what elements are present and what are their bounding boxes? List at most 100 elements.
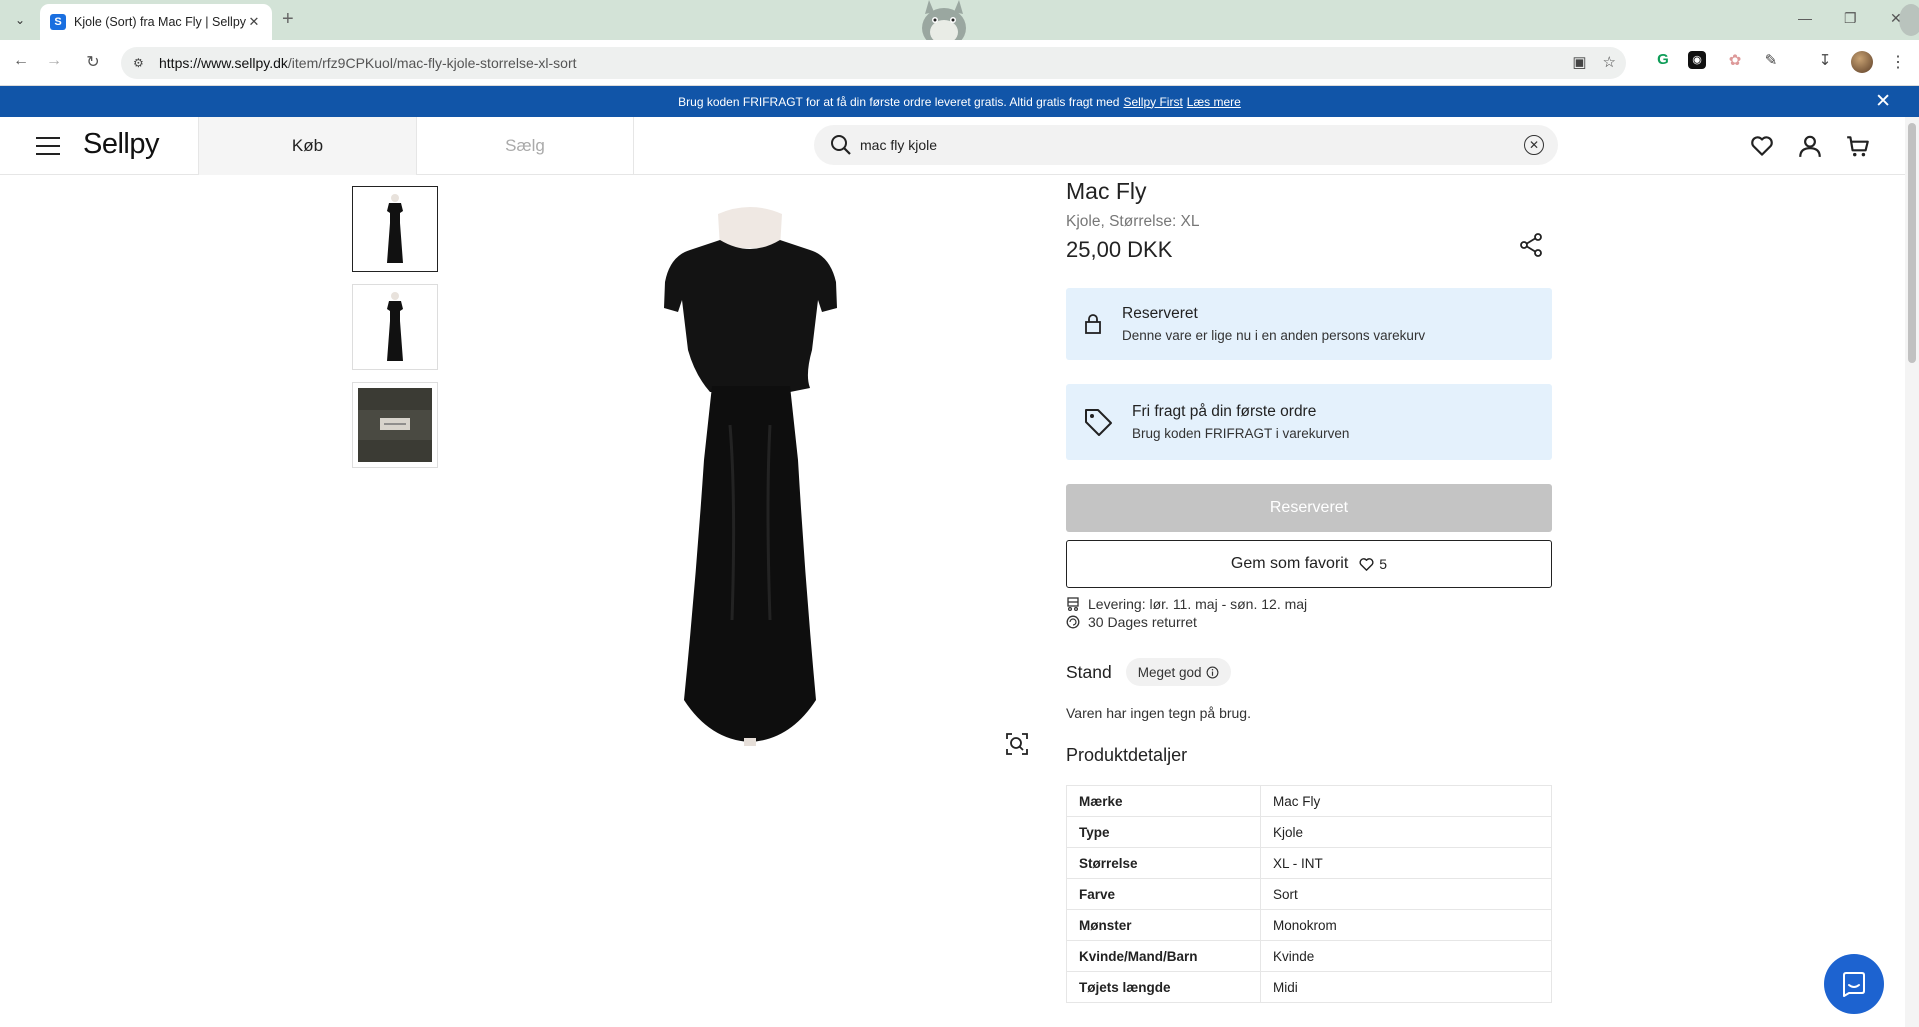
details-key: Tøjets længde [1066,971,1261,1003]
delivery-info: Levering: lør. 11. maj - søn. 12. maj [1066,596,1307,612]
favorite-count: 5 [1379,556,1388,572]
details-row: Størrelse XL - INT [1066,847,1552,879]
site-info-icon[interactable]: ⚙ [133,56,149,70]
details-value: Kjole [1260,816,1552,848]
url-text: https://www.sellpy.dk/item/rfz9CPKuol/ma… [159,55,577,71]
chat-icon [1843,972,1865,997]
condition-row: Stand Meget god [1066,658,1231,686]
new-tab-icon[interactable]: + [282,8,294,31]
returns-text: 30 Dages returret [1088,614,1197,630]
product-main-image[interactable] [640,200,860,750]
returns-icon [1066,615,1080,629]
grammarly-extension-icon[interactable]: G [1652,51,1674,68]
install-app-icon[interactable]: ▣ [1572,53,1586,71]
free-shipping-title: Fri fragt på din første ordre [1132,403,1317,420]
address-bar-row: ← → ↻ ⚙ https://www.sellpy.dk/item/rfz9C… [0,40,1919,86]
price-tag-icon [1085,409,1112,436]
details-value: Monokrom [1260,909,1552,941]
details-value: XL - INT [1260,847,1552,879]
reserved-notice-text: Denne vare er lige nu i en anden persons… [1122,328,1426,343]
sellpy-logo[interactable]: Sellpy [83,128,160,161]
returns-info: 30 Dages returret [1066,614,1197,630]
details-key: Mærke [1066,785,1261,817]
browser-menu-icon[interactable]: ⋮ [1890,52,1906,72]
details-key: Størrelse [1066,847,1261,879]
condition-chip[interactable]: Meget god [1125,658,1231,686]
extension-pink-icon[interactable]: ✿ [1724,51,1746,69]
save-favorite-label: Gem som favorit [1230,555,1349,572]
sellpy-favicon: S [50,14,66,30]
details-key: Kvinde/Mand/Barn [1066,940,1261,972]
dress-label-image [358,388,432,462]
product-details-table: Mærke Mac Fly Type Kjole Størrelse XL - INT… [1066,785,1552,1003]
condition-label: Stand [1066,661,1112,682]
details-row: Farve Sort [1066,878,1552,910]
details-row: Tøjets længde Midi [1066,971,1552,1003]
promo-link-sellpy-first[interactable]: Sellpy First [1123,95,1182,109]
close-window-icon[interactable]: ✕ [1890,10,1902,27]
delivery-box-icon [1067,597,1079,611]
gallery-thumbnail-1[interactable] [352,186,438,272]
browser-tab[interactable]: S Kjole (Sort) fra Mac Fly | Sellpy ✕ [40,4,272,40]
details-value: Sort [1260,878,1552,910]
tab-close-icon[interactable]: ✕ [246,14,262,30]
tab-buy[interactable]: Køb [198,117,416,175]
promo-link-read-more[interactable]: Læs mere [1187,95,1241,109]
bookmark-star-icon[interactable]: ☆ [1603,53,1616,71]
details-row: Mærke Mac Fly [1066,785,1552,817]
reserved-notice: Reserveret Denne vare er lige nu i en an… [1066,288,1552,360]
lock-icon [1085,314,1101,334]
condition-description: Varen har ingen tegn på brug. [1066,705,1251,721]
back-icon[interactable]: ← [10,52,32,70]
tab-title: Kjole (Sort) fra Mac Fly | Sellpy [74,15,246,29]
gallery-thumbnail-3[interactable] [352,382,438,468]
search-bar: ✕ [814,125,1558,165]
save-favorite-button[interactable]: Gem som favorit 5 [1066,540,1552,588]
reserved-notice-title: Reserveret [1122,305,1198,322]
minimize-icon[interactable]: — [1798,10,1812,26]
account-user-icon[interactable] [1797,133,1823,159]
free-shipping-text: Brug koden FRIFRAGT i varekurven [1132,426,1350,441]
zoom-image-icon[interactable] [1004,731,1030,757]
condition-value: Meget god [1137,664,1202,680]
details-row: Kvinde/Mand/Barn Kvinde [1066,940,1552,972]
product-subtitle: Kjole, Størrelse: XL [1066,213,1200,230]
promo-text: Brug koden FRIFRAGT for at få din første… [678,94,1120,109]
gallery-thumbnail-2[interactable] [352,284,438,370]
reserved-button[interactable]: Reserveret [1066,484,1552,532]
details-value: Kvinde [1260,940,1552,972]
heart-icon [1359,557,1374,571]
promo-close-icon[interactable]: ✕ [1875,90,1891,113]
tab-sell[interactable]: Sælg [416,117,634,175]
details-value: Mac Fly [1260,785,1552,817]
chat-support-button[interactable] [1824,954,1884,1014]
details-key: Mønster [1066,909,1261,941]
product-details-heading: Produktdetaljer [1066,745,1188,765]
clear-search-icon[interactable]: ✕ [1524,135,1544,155]
extension-black-icon[interactable]: ◉ [1688,51,1710,69]
dress-back-image [387,292,403,361]
share-icon[interactable] [1518,232,1544,258]
restore-icon[interactable]: ❐ [1844,10,1857,27]
tab-search-icon[interactable]: ⌄ [8,9,32,31]
scrollbar-thumb[interactable] [1908,123,1916,363]
favorites-heart-icon[interactable] [1749,133,1775,159]
shopping-cart-icon[interactable] [1845,133,1871,159]
profile-avatar[interactable] [1851,51,1873,73]
page-scrollbar[interactable] [1905,117,1919,1027]
promo-banner: Brug koden FRIFRAGT for at få din første… [0,86,1919,117]
product-brand[interactable]: Mac Fly [1066,178,1552,205]
delivery-text: Levering: lør. 11. maj - søn. 12. maj [1088,596,1308,612]
forward-icon[interactable]: → [43,52,65,70]
search-input[interactable] [860,137,1558,153]
hamburger-menu-icon[interactable] [36,137,60,155]
downloads-icon[interactable]: ↧ [1814,51,1836,69]
totoro-decoration-icon [922,0,966,40]
omnibox[interactable]: ⚙ https://www.sellpy.dk/item/rfz9CPKuol/… [121,47,1626,79]
reload-icon[interactable]: ↻ [82,52,104,72]
extensions-puzzle-icon[interactable]: ✎ [1760,51,1782,69]
browser-tabstrip: ⌄ S Kjole (Sort) fra Mac Fly | Sellpy ✕ … [0,0,1919,40]
site-header: Sellpy Køb Sælg ✕ [0,117,1905,175]
details-key: Farve [1066,878,1261,910]
details-row: Type Kjole [1066,816,1552,848]
